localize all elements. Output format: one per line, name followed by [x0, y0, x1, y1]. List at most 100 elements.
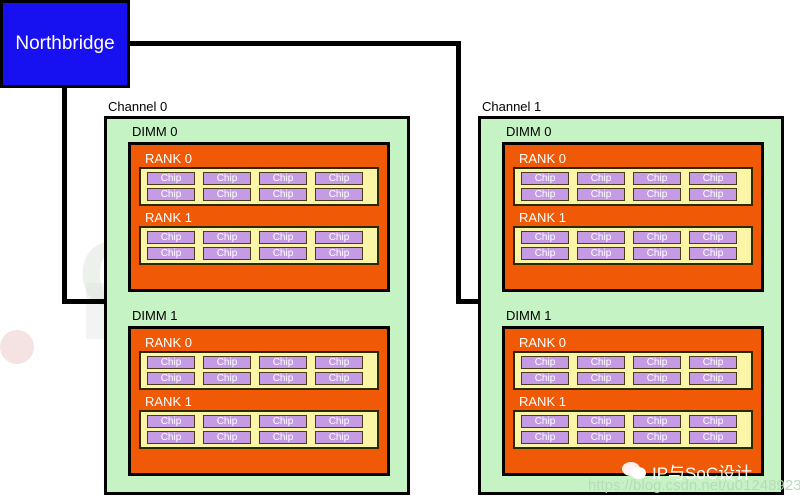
channel-0-dimm-0-rank-0[interactable]: RANK 0 Chip Chip Chip Chip Chip Chip Chip Chip: [139, 150, 379, 206]
chip[interactable]: Chip: [315, 188, 363, 201]
chip-row: Chip Chip Chip Chip: [147, 172, 371, 185]
chip-row: Chip Chip Chip Chip: [147, 356, 371, 369]
chip[interactable]: Chip: [577, 372, 625, 385]
channel-0-dimm-0-rank-1-label: RANK 1: [145, 210, 192, 225]
chip[interactable]: Chip: [203, 356, 251, 369]
chip[interactable]: Chip: [147, 247, 195, 260]
channel-1-dimm-0[interactable]: DIMM 0 RANK 0 Chip Chip Chip Chip Chip Chip Chip…: [502, 124, 764, 292]
connector-northbridge-to-channel1-vertical: [456, 41, 461, 304]
chip[interactable]: Chip: [147, 356, 195, 369]
channel-1-dimm-1-rank-1-label: RANK 1: [519, 394, 566, 409]
chip[interactable]: Chip: [633, 415, 681, 428]
chip[interactable]: Chip: [147, 172, 195, 185]
chip[interactable]: Chip: [259, 415, 307, 428]
chip[interactable]: Chip: [689, 415, 737, 428]
chip[interactable]: Chip: [203, 247, 251, 260]
channel-0-dimm-0-rank-1-box: Chip Chip Chip Chip Chip Chip Chip Chip: [139, 226, 379, 265]
chip[interactable]: Chip: [315, 247, 363, 260]
chip[interactable]: Chip: [315, 372, 363, 385]
chip[interactable]: Chip: [521, 431, 569, 444]
chip[interactable]: Chip: [147, 431, 195, 444]
northbridge-block[interactable]: Northbridge: [0, 0, 130, 88]
url-watermark: https://blog.csdn.net/u012489236: [588, 477, 800, 494]
chip[interactable]: Chip: [259, 172, 307, 185]
chip[interactable]: Chip: [203, 188, 251, 201]
chip[interactable]: Chip: [147, 372, 195, 385]
chip[interactable]: Chip: [577, 231, 625, 244]
chip[interactable]: Chip: [259, 188, 307, 201]
chip[interactable]: Chip: [521, 172, 569, 185]
chip[interactable]: Chip: [577, 356, 625, 369]
chip[interactable]: Chip: [633, 231, 681, 244]
chip[interactable]: Chip: [315, 356, 363, 369]
chip-row: Chip Chip Chip Chip: [147, 415, 371, 428]
chip[interactable]: Chip: [315, 231, 363, 244]
chip[interactable]: Chip: [315, 431, 363, 444]
channel-0-dimm-0-rank-1[interactable]: RANK 1 Chip Chip Chip Chip Chip Chip Chip Chip: [139, 209, 379, 265]
channel-0-dimm-1-rank-1[interactable]: RANK 1 Chip Chip Chip Chip Chip Chip Chip Chip: [139, 393, 379, 449]
chip[interactable]: Chip: [315, 172, 363, 185]
channel-1-dimm-1-rank-1[interactable]: RANK 1 Chip Chip Chip Chip Chip Chip Chip Chip: [513, 393, 753, 449]
channel-0-dimm-1-rank-1-box: Chip Chip Chip Chip Chip Chip Chip Chip: [139, 410, 379, 449]
channel-0-dimm-1-rank-0-box: Chip Chip Chip Chip Chip Chip Chip Chip: [139, 351, 379, 390]
channel-1-dimm-0-label: DIMM 0: [506, 124, 552, 139]
chip[interactable]: Chip: [577, 188, 625, 201]
chip[interactable]: Chip: [147, 231, 195, 244]
chip[interactable]: Chip: [689, 172, 737, 185]
channel-1-dimm-1-rank-1-box: Chip Chip Chip Chip Chip Chip Chip Chip: [513, 410, 753, 449]
chip[interactable]: Chip: [633, 372, 681, 385]
chip[interactable]: Chip: [147, 188, 195, 201]
chip[interactable]: Chip: [689, 356, 737, 369]
chip[interactable]: Chip: [521, 231, 569, 244]
channel-0-dimm-0-box: RANK 0 Chip Chip Chip Chip Chip Chip Chip Chip RA…: [128, 142, 390, 292]
chip-row: Chip Chip Chip Chip: [521, 247, 745, 260]
chip[interactable]: Chip: [521, 188, 569, 201]
chip-row: Chip Chip Chip Chip: [147, 231, 371, 244]
chip[interactable]: Chip: [577, 431, 625, 444]
chip[interactable]: Chip: [203, 415, 251, 428]
chip[interactable]: Chip: [203, 172, 251, 185]
channel-0-dimm-0-rank-0-box: Chip Chip Chip Chip Chip Chip Chip Chip: [139, 167, 379, 206]
chip[interactable]: Chip: [633, 356, 681, 369]
channel-1-dimm-0-rank-1[interactable]: RANK 1 Chip Chip Chip Chip Chip Chip Chip Chip: [513, 209, 753, 265]
chip[interactable]: Chip: [633, 431, 681, 444]
chip[interactable]: Chip: [203, 431, 251, 444]
chip-row: Chip Chip Chip Chip: [521, 431, 745, 444]
channel-1-dimm-0-rank-1-label: RANK 1: [519, 210, 566, 225]
diagram-canvas: ong 电子 Northbridge Channel 0DIMM 0RANK 0…: [0, 0, 800, 503]
chip-row: Chip Chip Chip Chip: [521, 415, 745, 428]
chip[interactable]: Chip: [633, 172, 681, 185]
chip[interactable]: Chip: [259, 356, 307, 369]
chip[interactable]: Chip: [577, 247, 625, 260]
channel-1-dimm-1-rank-0[interactable]: RANK 0 Chip Chip Chip Chip Chip Chip Chip Chip: [513, 334, 753, 390]
channel-1-dimm-0-rank-0[interactable]: RANK 0 Chip Chip Chip Chip Chip Chip Chip Chip: [513, 150, 753, 206]
chip[interactable]: Chip: [689, 431, 737, 444]
chip[interactable]: Chip: [259, 247, 307, 260]
chip[interactable]: Chip: [577, 415, 625, 428]
chip[interactable]: Chip: [315, 415, 363, 428]
chip[interactable]: Chip: [577, 172, 625, 185]
channel-0-dimm-1-rank-0[interactable]: RANK 0 Chip Chip Chip Chip Chip Chip Chip Chip: [139, 334, 379, 390]
chip[interactable]: Chip: [689, 372, 737, 385]
chip[interactable]: Chip: [521, 247, 569, 260]
chip[interactable]: Chip: [203, 372, 251, 385]
channel-0-dimm-1[interactable]: DIMM 1 RANK 0 Chip Chip Chip Chip Chip Chip Chip…: [128, 308, 390, 476]
chip[interactable]: Chip: [147, 415, 195, 428]
channel-1[interactable]: Channel 1 DIMM 0 RANK 0 Chip Chip Chip Chip Chi…: [478, 99, 784, 495]
chip[interactable]: Chip: [633, 247, 681, 260]
chip[interactable]: Chip: [521, 356, 569, 369]
chip[interactable]: Chip: [521, 415, 569, 428]
channel-0-dimm-0[interactable]: DIMM 0 RANK 0 Chip Chip Chip Chip Chip Chip Chip…: [128, 124, 390, 292]
chip[interactable]: Chip: [689, 188, 737, 201]
chip[interactable]: Chip: [633, 188, 681, 201]
chip[interactable]: Chip: [689, 231, 737, 244]
chip[interactable]: Chip: [259, 431, 307, 444]
channel-1-dimm-0-box: RANK 0 Chip Chip Chip Chip Chip Chip Chip Chip RA…: [502, 142, 764, 292]
chip[interactable]: Chip: [689, 247, 737, 260]
chip[interactable]: Chip: [259, 372, 307, 385]
chip[interactable]: Chip: [203, 231, 251, 244]
chip[interactable]: Chip: [521, 372, 569, 385]
channel-0[interactable]: Channel 0 DIMM 0 RANK 0 Chip Chip Chip Chip Chi…: [104, 99, 410, 495]
chip[interactable]: Chip: [259, 231, 307, 244]
channel-1-dimm-1[interactable]: DIMM 1 RANK 0 Chip Chip Chip Chip Chip Chip Chip…: [502, 308, 764, 476]
